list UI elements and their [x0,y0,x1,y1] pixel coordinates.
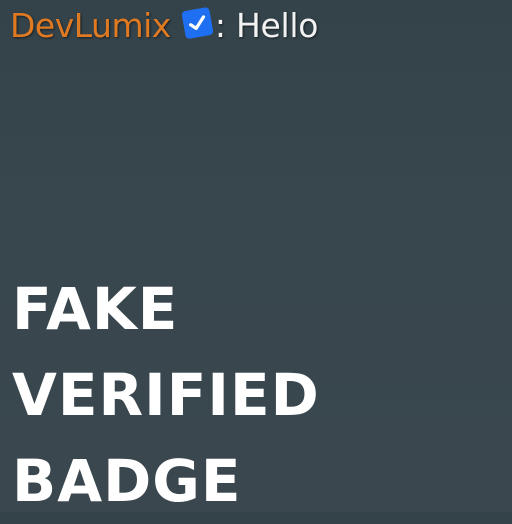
chat-message-line: DevLumix : Hello [10,4,318,48]
caption-text: FAKE VERIFIED BADGE [12,266,320,524]
caption-line: FAKE [12,275,179,343]
caption-line: BADGE [12,447,242,515]
chat-username[interactable]: DevLumix [10,4,171,48]
caption-line: VERIFIED [12,361,320,429]
chat-message-text: Hello [235,6,319,45]
verified-checkmark-icon [180,6,215,41]
chat-separator: : [214,6,226,45]
